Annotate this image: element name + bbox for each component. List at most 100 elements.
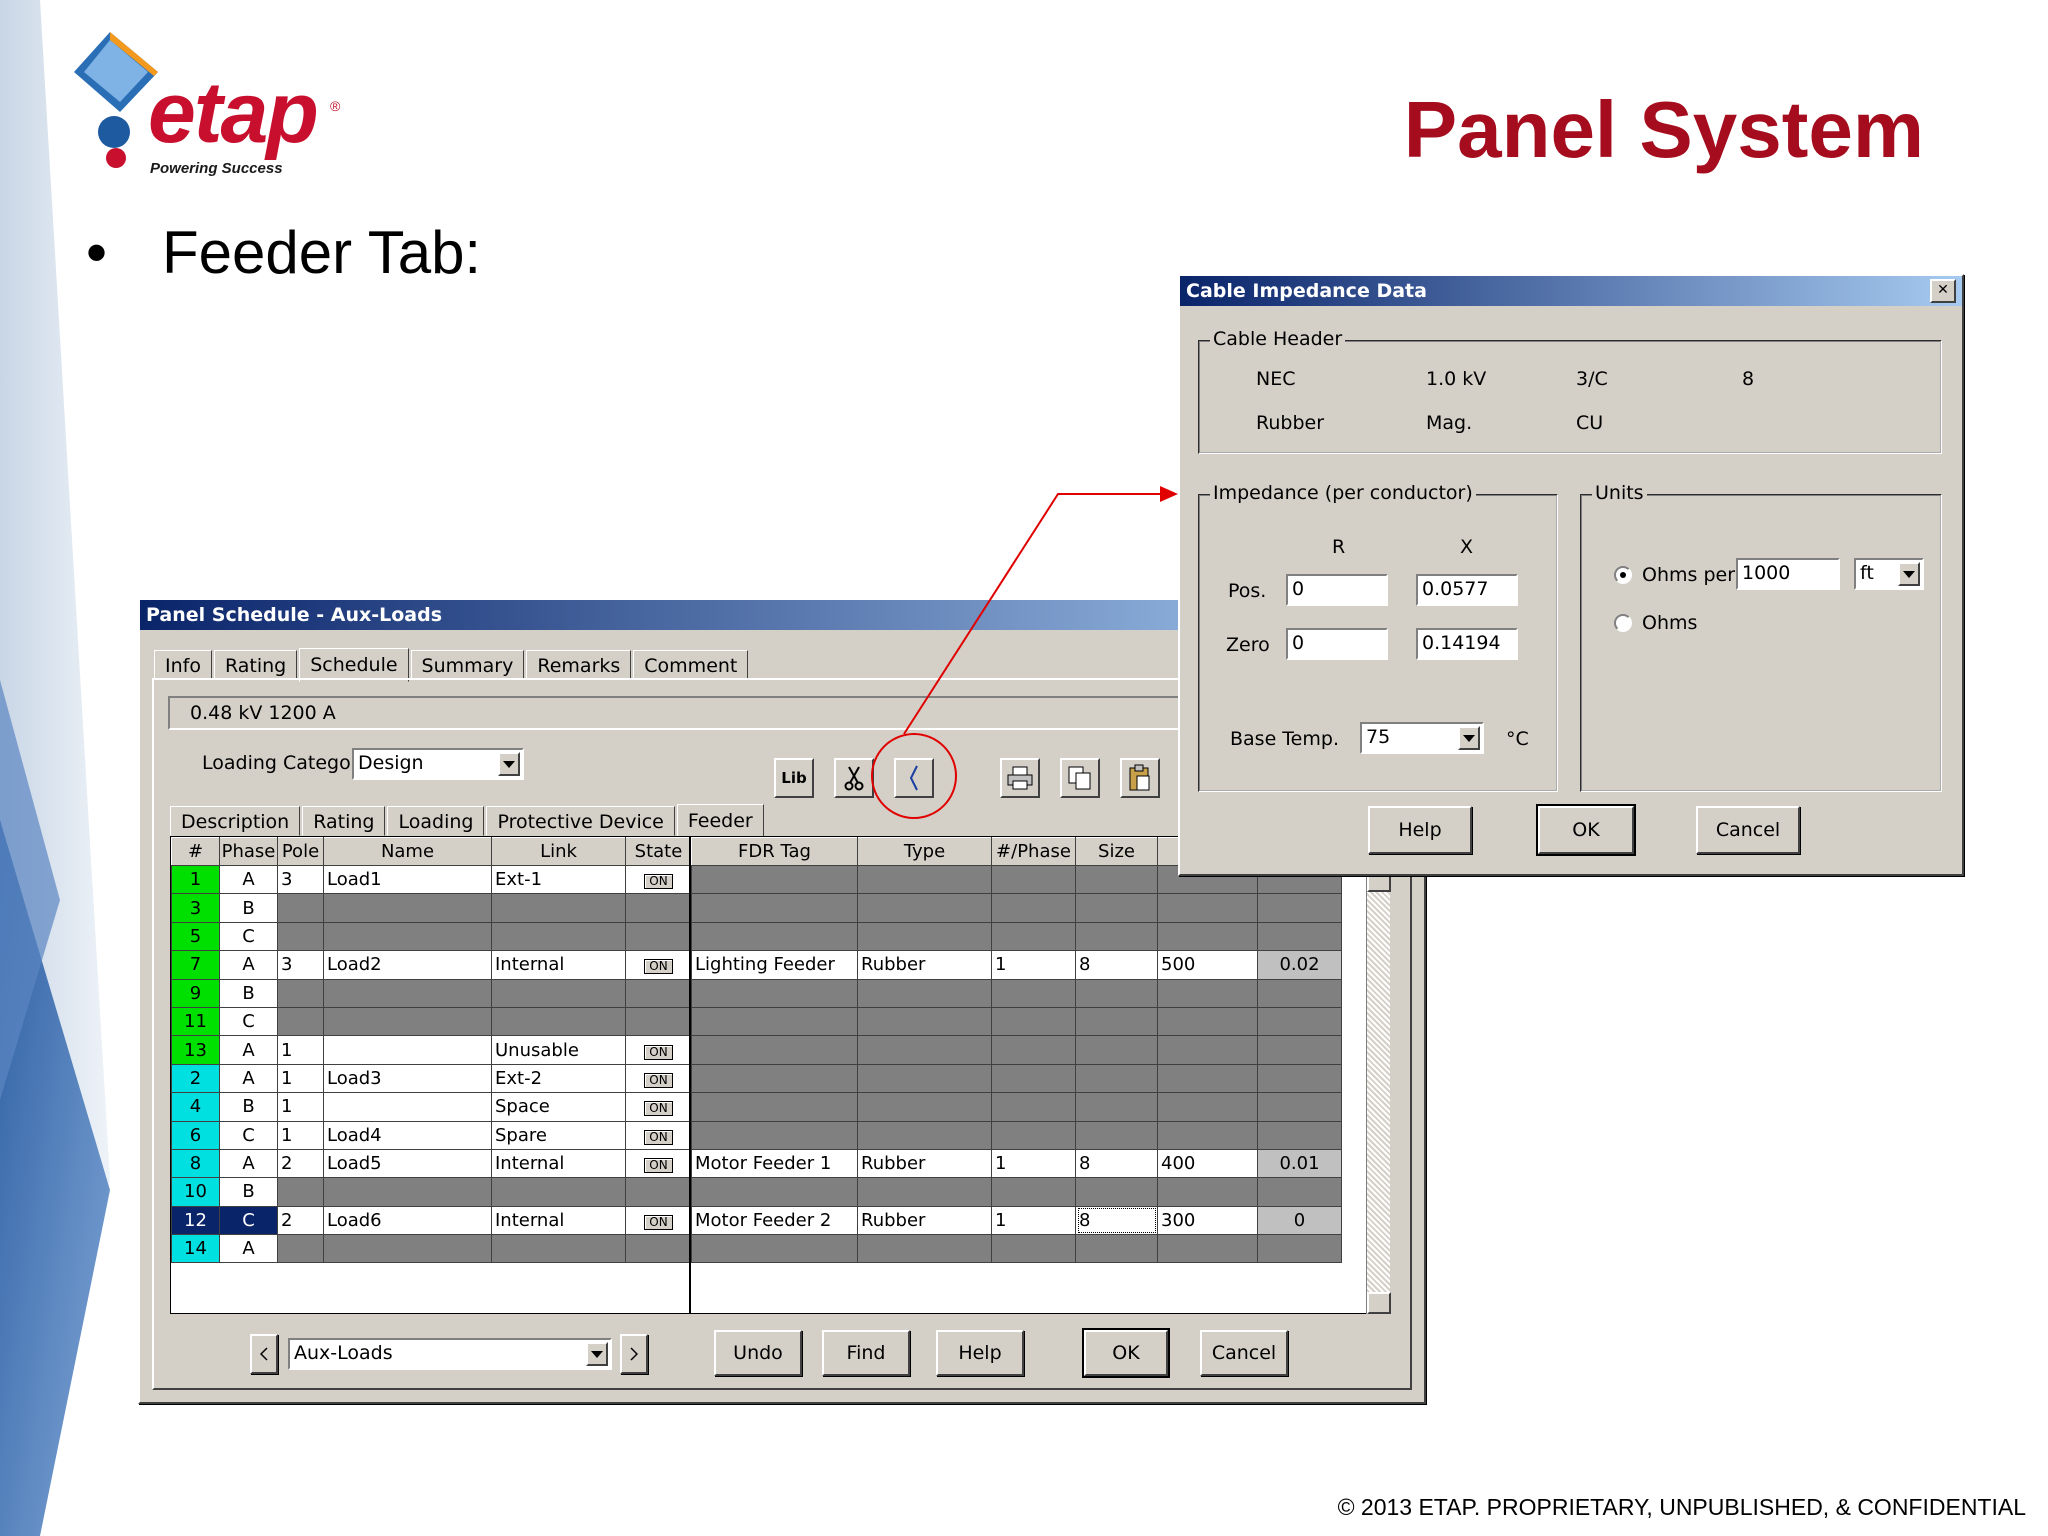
row-phase[interactable]: B (219, 893, 278, 923)
right-column-header[interactable]: Type (857, 837, 992, 866)
row-impedance[interactable] (1257, 921, 1342, 952)
row-type[interactable]: Rubber (857, 950, 992, 980)
row-pole[interactable]: 1 (277, 1063, 324, 1094)
row-size[interactable] (1075, 1120, 1158, 1150)
row-impedance[interactable]: 0.02 (1257, 950, 1342, 980)
row-phase[interactable]: A (219, 1035, 278, 1065)
table-row[interactable] (691, 1092, 1342, 1122)
row-impedance[interactable]: 0 (1257, 1205, 1342, 1236)
row-impedance[interactable] (1257, 1092, 1342, 1122)
table-row[interactable] (691, 1234, 1342, 1264)
row-type[interactable] (857, 978, 992, 1008)
row-number[interactable]: 10 (171, 1177, 220, 1207)
copy-button[interactable] (1060, 758, 1100, 798)
row-size[interactable] (1075, 1177, 1158, 1207)
row-pole[interactable] (277, 921, 324, 952)
row-link[interactable] (491, 978, 626, 1008)
state-toggle[interactable]: ON (644, 959, 673, 975)
row-phase[interactable]: A (219, 1148, 278, 1179)
row-fdr-tag[interactable]: Lighting Feeder (691, 950, 858, 980)
row-type[interactable] (857, 893, 992, 923)
row-per-phase[interactable] (991, 1234, 1076, 1264)
row-length[interactable] (1157, 921, 1258, 952)
row-phase[interactable]: C (219, 921, 278, 952)
row-phase[interactable]: B (219, 1092, 278, 1122)
row-per-phase[interactable] (991, 1063, 1076, 1094)
left-column-header[interactable]: Link (491, 837, 626, 866)
length-unit-combo[interactable]: ft (1854, 558, 1924, 590)
state-toggle[interactable]: ON (644, 874, 673, 890)
tab-info[interactable]: Info (154, 650, 212, 680)
table-row[interactable]: 8 A 2 Load5 Internal ON (171, 1148, 689, 1179)
undo-button[interactable]: Undo (714, 1330, 802, 1376)
row-per-phase[interactable] (991, 978, 1076, 1008)
row-number[interactable]: 7 (171, 950, 220, 980)
row-size[interactable] (1075, 893, 1158, 923)
row-type[interactable] (857, 1092, 992, 1122)
row-number[interactable]: 2 (171, 1063, 220, 1094)
row-impedance[interactable] (1257, 1035, 1342, 1065)
row-pole[interactable]: 1 (277, 1120, 324, 1150)
library-button[interactable]: Lib (774, 758, 814, 798)
zero-x-input[interactable]: 0.14194 (1416, 628, 1518, 660)
row-name[interactable] (323, 1035, 492, 1065)
row-name[interactable] (323, 893, 492, 923)
row-state[interactable]: ON (625, 950, 689, 980)
state-toggle[interactable]: ON (644, 1072, 673, 1088)
row-impedance[interactable] (1257, 1063, 1342, 1094)
table-row[interactable]: 14 A (171, 1234, 689, 1264)
row-length[interactable] (1157, 1092, 1258, 1122)
subtab-description[interactable]: Description (170, 806, 301, 836)
row-link[interactable] (491, 1177, 626, 1207)
scroll-down-button[interactable] (1367, 1292, 1391, 1314)
row-state[interactable]: ON (625, 1205, 689, 1236)
row-link[interactable] (491, 1006, 626, 1037)
row-impedance[interactable]: 0.01 (1257, 1148, 1342, 1179)
row-name[interactable] (323, 1092, 492, 1122)
table-row[interactable] (691, 1006, 1342, 1037)
ohms-per-length-input[interactable]: 1000 (1736, 558, 1840, 590)
state-toggle[interactable]: ON (644, 1129, 673, 1145)
row-link[interactable]: Space (491, 1092, 626, 1122)
row-type[interactable] (857, 1120, 992, 1150)
row-size[interactable] (1075, 1006, 1158, 1037)
row-length[interactable] (1157, 1177, 1258, 1207)
row-state[interactable]: ON (625, 1120, 689, 1150)
row-size[interactable] (1075, 921, 1158, 952)
table-row[interactable] (691, 1120, 1342, 1150)
row-phase[interactable]: C (219, 1006, 278, 1037)
row-number[interactable]: 14 (171, 1234, 220, 1264)
row-state[interactable] (625, 1177, 689, 1207)
dialog-ok-button[interactable]: OK (1536, 804, 1636, 856)
row-name[interactable]: Load5 (323, 1148, 492, 1179)
row-state[interactable] (625, 978, 689, 1008)
cancel-button[interactable]: Cancel (1200, 1330, 1288, 1376)
table-row[interactable] (691, 978, 1342, 1008)
table-row[interactable]: 4 B 1 Space ON (171, 1092, 689, 1122)
row-number[interactable]: 11 (171, 1006, 220, 1037)
row-state[interactable] (625, 893, 689, 923)
tab-rating[interactable]: Rating (213, 650, 298, 680)
row-type[interactable] (857, 1035, 992, 1065)
row-fdr-tag[interactable] (691, 921, 858, 952)
right-column-header[interactable]: FDR Tag (691, 837, 858, 866)
row-type[interactable] (857, 1234, 992, 1264)
state-toggle[interactable]: ON (644, 1158, 673, 1174)
tab-schedule[interactable]: Schedule (299, 648, 409, 682)
row-length[interactable]: 300 (1157, 1205, 1258, 1236)
subtab-rating[interactable]: Rating (302, 806, 386, 836)
row-link[interactable]: Spare (491, 1120, 626, 1150)
row-phase[interactable]: A (219, 1234, 278, 1264)
help-button[interactable]: Help (936, 1330, 1024, 1376)
row-pole[interactable]: 3 (277, 864, 324, 895)
row-fdr-tag[interactable]: Motor Feeder 1 (691, 1148, 858, 1179)
row-impedance[interactable] (1257, 1177, 1342, 1207)
pos-x-input[interactable]: 0.0577 (1416, 574, 1518, 606)
row-name[interactable] (323, 1006, 492, 1037)
table-row[interactable]: 3B (171, 893, 689, 923)
row-pole[interactable] (277, 1234, 324, 1264)
panel-selector-combo[interactable]: Aux-Loads (288, 1338, 612, 1370)
row-number[interactable]: 6 (171, 1120, 220, 1150)
row-state[interactable]: ON (625, 1092, 689, 1122)
row-impedance[interactable] (1257, 978, 1342, 1008)
